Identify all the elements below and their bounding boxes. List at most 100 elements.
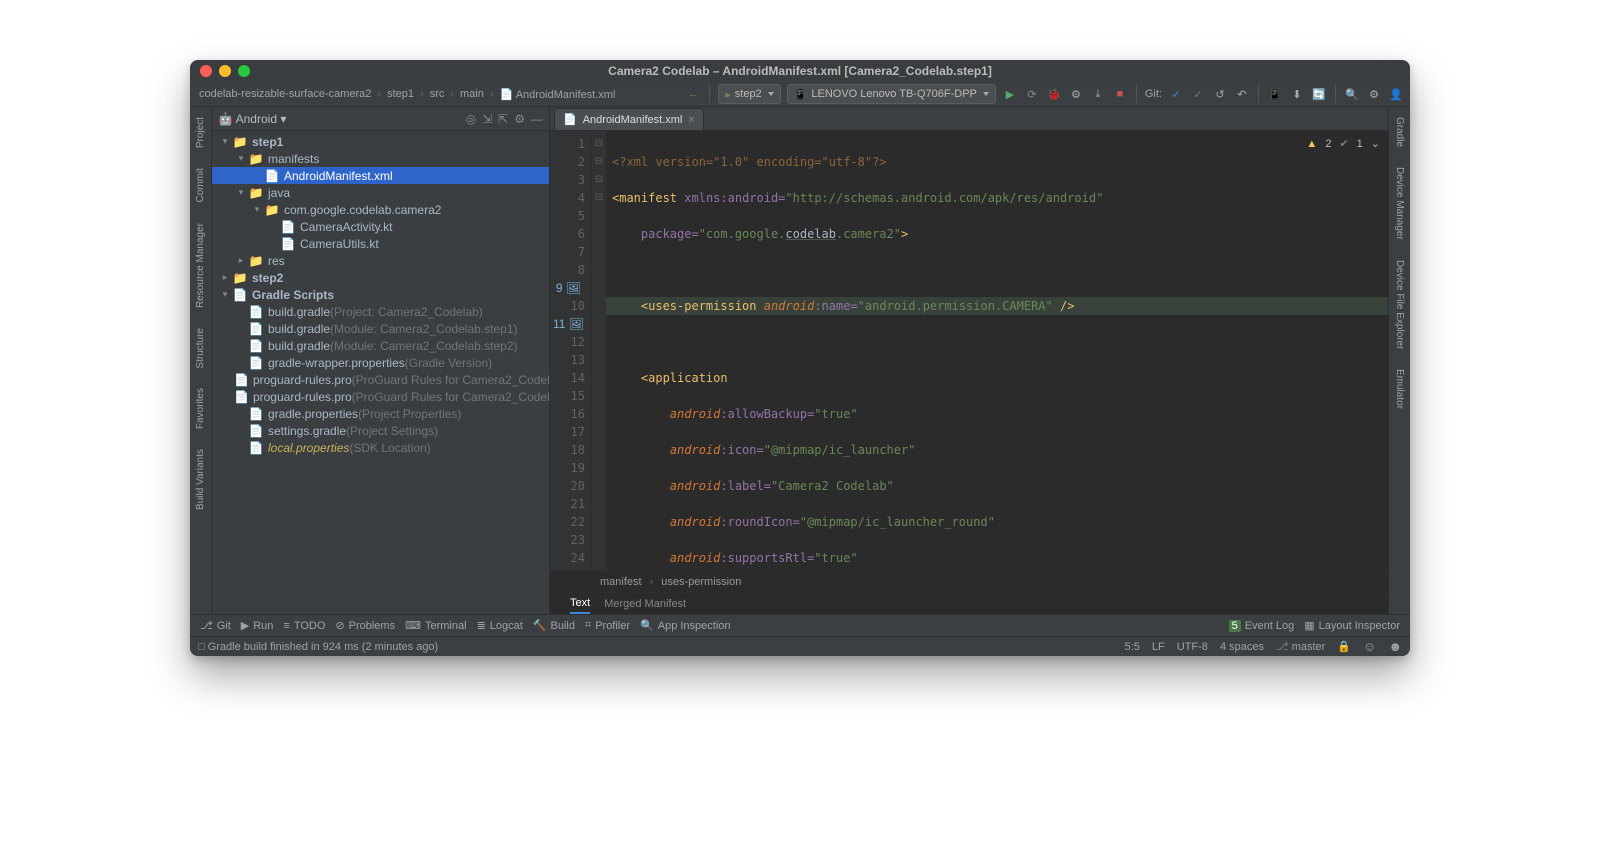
tree-row[interactable]: 📄build.gradle (Project: Camera2_Codelab) [212, 303, 549, 320]
tree-row[interactable]: 📄build.gradle (Module: Camera2_Codelab.s… [212, 320, 549, 337]
chevron-right-icon: › [450, 88, 454, 100]
vcs-update-icon[interactable]: ✓ [1168, 86, 1184, 102]
tree-row[interactable]: 📄local.properties (SDK Location) [212, 439, 549, 456]
code-view[interactable]: ▲2 ✔1 ⌄ 123456789 🖼1011 🖼121314151617181… [550, 131, 1388, 570]
tool-terminal[interactable]: ⌨ Terminal [405, 619, 466, 632]
tree-row[interactable]: ▸📁res [212, 252, 549, 269]
ok-icon: ✔ [1339, 137, 1348, 150]
tool-logcat[interactable]: ≣ Logcat [477, 619, 523, 632]
memory-indicator-icon[interactable]: ☺ [1363, 639, 1376, 654]
run-config-dropdown[interactable]: ▸step2 [718, 84, 780, 104]
fold-gutter[interactable]: ⊟⊟⊟⊟ [592, 131, 606, 570]
rail-structure[interactable]: Structure [193, 324, 208, 373]
titlebar: Camera2 Codelab – AndroidManifest.xml [C… [190, 60, 1410, 82]
chevron-right-icon: › [490, 88, 494, 100]
rail-build-variants[interactable]: Build Variants [193, 445, 208, 514]
account-icon[interactable]: 👤 [1388, 86, 1404, 102]
settings-icon[interactable]: ⚙ [1366, 86, 1382, 102]
subtab-merged[interactable]: Merged Manifest [604, 598, 686, 610]
tool-todo[interactable]: ≡ TODO [283, 620, 325, 632]
tree-row[interactable]: ▾📄Gradle Scripts [212, 286, 549, 303]
breadcrumb-item[interactable]: 📄 AndroidManifest.xml [497, 87, 619, 102]
collapse-all-icon[interactable]: ⇱ [498, 112, 508, 126]
project-tree[interactable]: ▾📁step1▾📁manifests📄AndroidManifest.xml▾📁… [212, 131, 549, 458]
back-icon[interactable]: ← [685, 86, 701, 102]
gear-icon[interactable]: ⚙ [514, 112, 525, 126]
breadcrumb-item[interactable]: step1 [384, 87, 417, 101]
chevron-right-icon: › [420, 88, 424, 100]
tree-row[interactable]: 📄gradle-wrapper.properties (Gradle Versi… [212, 354, 549, 371]
indent[interactable]: 4 spaces [1220, 641, 1264, 653]
tool-build[interactable]: 🔨 Build [533, 619, 575, 632]
tool-profiler[interactable]: ⌗ Profiler [585, 619, 630, 632]
rail-emulator[interactable]: Emulator [1392, 365, 1407, 413]
rail-device-manager[interactable]: Device Manager [1392, 163, 1407, 244]
tree-row[interactable]: 📄settings.gradle (Project Settings) [212, 422, 549, 439]
editor-breadcrumb[interactable]: manifest › uses-permission [550, 570, 1388, 592]
file-tab[interactable]: 📄 AndroidManifest.xml × [554, 108, 704, 130]
ide-status-icon[interactable]: ☻ [1388, 639, 1402, 654]
breadcrumb-item[interactable]: src [427, 87, 448, 101]
debug-icon[interactable]: 🐞 [1046, 86, 1062, 102]
tool-git[interactable]: ⎇ Git [200, 619, 231, 632]
chevron-down-icon[interactable]: ⌄ [1371, 137, 1380, 150]
code-text[interactable]: <?xml version="1.0" encoding="utf-8"?> <… [606, 131, 1388, 570]
close-tab-icon[interactable]: × [688, 114, 694, 126]
sync-icon[interactable]: 🔄 [1311, 86, 1327, 102]
android-view-dropdown[interactable]: 🤖 Android ▾ [218, 112, 286, 126]
hide-icon[interactable]: — [531, 112, 543, 126]
rail-favorites[interactable]: Favorites [193, 384, 208, 433]
breadcrumb-item[interactable]: main [457, 87, 487, 101]
project-panel-header: 🤖 Android ▾ ◎ ⇲ ⇱ ⚙ — [212, 107, 549, 131]
tree-row[interactable]: ▾📁java [212, 184, 549, 201]
tree-row[interactable]: ▾📁com.google.codelab.camera2 [212, 201, 549, 218]
rail-gradle[interactable]: Gradle [1392, 113, 1407, 151]
avd-icon[interactable]: 📱 [1267, 86, 1283, 102]
tree-row[interactable]: 📄gradle.properties (Project Properties) [212, 405, 549, 422]
vcs-history-icon[interactable]: ↺ [1212, 86, 1228, 102]
tree-row[interactable]: 📄CameraActivity.kt [212, 218, 549, 235]
tree-row[interactable]: 📄proguard-rules.pro (ProGuard Rules for … [212, 388, 549, 405]
rail-device-file-explorer[interactable]: Device File Explorer [1392, 256, 1407, 353]
target-icon[interactable]: ◎ [466, 112, 476, 126]
line-gutter: 123456789 🖼1011 🖼12131415161718192021222… [550, 131, 592, 570]
warning-count: 2 [1325, 138, 1331, 150]
tree-row[interactable]: 📄proguard-rules.pro (ProGuard Rules for … [212, 371, 549, 388]
tree-row[interactable]: 📄AndroidManifest.xml [212, 167, 549, 184]
git-branch[interactable]: master [1276, 640, 1325, 653]
tool-app-inspection[interactable]: 🔍 App Inspection [640, 619, 730, 632]
stop-icon[interactable]: ■ [1112, 86, 1128, 102]
tree-row[interactable]: 📄CameraUtils.kt [212, 235, 549, 252]
tool-run[interactable]: ▶ Run [241, 619, 274, 632]
expand-all-icon[interactable]: ⇲ [482, 112, 492, 126]
search-icon[interactable]: 🔍 [1344, 86, 1360, 102]
rail-commit[interactable]: Commit [193, 164, 208, 206]
tree-row[interactable]: ▾📁step1 [212, 133, 549, 150]
run-icon[interactable]: ▶ [1002, 86, 1018, 102]
rail-project[interactable]: Project [193, 113, 208, 152]
sdk-icon[interactable]: ⬇ [1289, 86, 1305, 102]
attach-icon[interactable]: ⤓ [1090, 86, 1106, 102]
git-label: Git: [1145, 88, 1162, 100]
tree-row[interactable]: 📄build.gradle (Module: Camera2_Codelab.s… [212, 337, 549, 354]
device-dropdown[interactable]: 📱LENOVO Lenovo TB-Q706F-DPP [787, 84, 996, 104]
apply-changes-icon[interactable]: ⟳ [1024, 86, 1040, 102]
tree-row[interactable]: ▾📁manifests [212, 150, 549, 167]
tool-event-log[interactable]: 5 Event Log [1229, 620, 1295, 632]
profile-icon[interactable]: ⚙ [1068, 86, 1084, 102]
right-rail: Gradle Device Manager Device File Explor… [1388, 107, 1410, 614]
lock-icon[interactable]: 🔒 [1337, 640, 1351, 653]
subtab-text[interactable]: Text [570, 593, 590, 614]
tool-layout-inspector[interactable]: ▦ Layout Inspector [1304, 619, 1400, 632]
tree-row[interactable]: ▸📁step2 [212, 269, 549, 286]
rail-resource-manager[interactable]: Resource Manager [193, 219, 208, 312]
line-sep[interactable]: LF [1152, 641, 1165, 653]
cursor-pos[interactable]: 5:5 [1125, 641, 1140, 653]
vcs-revert-icon[interactable]: ↶ [1234, 86, 1250, 102]
analysis-bar[interactable]: ▲2 ✔1 ⌄ [1306, 137, 1380, 150]
tool-problems[interactable]: ⊘ Problems [335, 619, 395, 632]
encoding[interactable]: UTF-8 [1177, 641, 1208, 653]
vcs-commit-icon[interactable]: ✓ [1190, 86, 1206, 102]
left-rail: Project Commit Resource Manager Structur… [190, 107, 212, 614]
breadcrumb-item[interactable]: codelab-resizable-surface-camera2 [196, 87, 374, 101]
